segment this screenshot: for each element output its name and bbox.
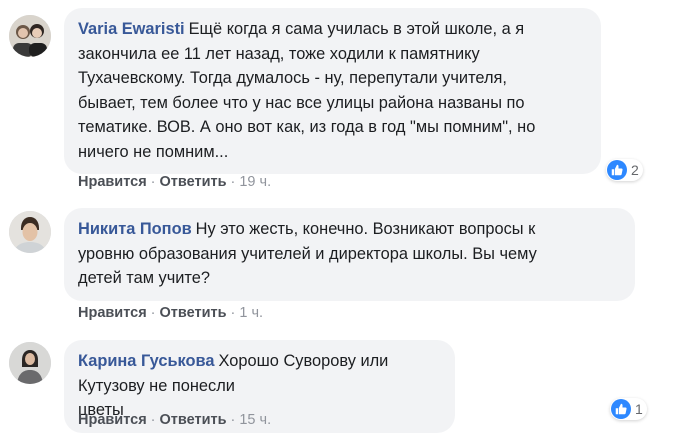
- reaction-count: 2: [631, 162, 639, 178]
- reply-button[interactable]: Ответить: [160, 174, 227, 190]
- comment-author[interactable]: Varia Ewaristi: [78, 20, 185, 38]
- comment-actions: Нравится · Ответить · 19 ч.: [78, 173, 271, 191]
- avatar-photo-icon: [9, 342, 51, 384]
- comment-author[interactable]: Никита Попов: [78, 220, 192, 238]
- like-thumb-icon: [611, 399, 631, 419]
- comment-timestamp[interactable]: 1 ч.: [239, 305, 263, 321]
- reaction-badge[interactable]: 2: [606, 159, 643, 181]
- comment-actions: Нравится · Ответить · 1 ч.: [78, 304, 263, 322]
- avatar[interactable]: [9, 342, 51, 384]
- separator: ·: [150, 412, 156, 428]
- avatar-photo-icon: [9, 15, 51, 57]
- separator: ·: [230, 305, 236, 321]
- reaction-badge[interactable]: 1: [610, 398, 647, 420]
- comment: Varia Ewaristi Ещё когда я сама училась в…: [0, 0, 675, 200]
- like-button[interactable]: Нравится: [78, 412, 147, 428]
- comment-author[interactable]: Карина Гуськова: [78, 352, 215, 370]
- avatar-photo-icon: [9, 211, 51, 253]
- reply-button[interactable]: Ответить: [160, 412, 227, 428]
- comment-timestamp[interactable]: 19 ч.: [239, 174, 271, 190]
- comment-actions: Нравится · Ответить · 15 ч.: [78, 411, 271, 429]
- reaction-count: 1: [635, 401, 643, 417]
- comment: Карина Гуськова Хорошо Суворову или Кутуз…: [0, 330, 675, 435]
- comment-text: Ещё когда я сама училась в этой школе, а…: [78, 20, 536, 161]
- avatar[interactable]: [9, 15, 51, 57]
- reply-button[interactable]: Ответить: [160, 305, 227, 321]
- separator: ·: [230, 412, 236, 428]
- avatar[interactable]: [9, 211, 51, 253]
- like-button[interactable]: Нравится: [78, 305, 147, 321]
- like-button[interactable]: Нравится: [78, 174, 147, 190]
- separator: ·: [150, 174, 156, 190]
- separator: ·: [230, 174, 236, 190]
- comment-timestamp[interactable]: 15 ч.: [239, 412, 271, 428]
- comment: Никита Попов Ну это жесть, конечно. Возни…: [0, 200, 675, 330]
- like-thumb-icon: [607, 160, 627, 180]
- comment-bubble: Никита Попов Ну это жесть, конечно. Возни…: [64, 208, 635, 301]
- comment-bubble: Varia Ewaristi Ещё когда я сама училась в…: [64, 8, 601, 174]
- separator: ·: [150, 305, 156, 321]
